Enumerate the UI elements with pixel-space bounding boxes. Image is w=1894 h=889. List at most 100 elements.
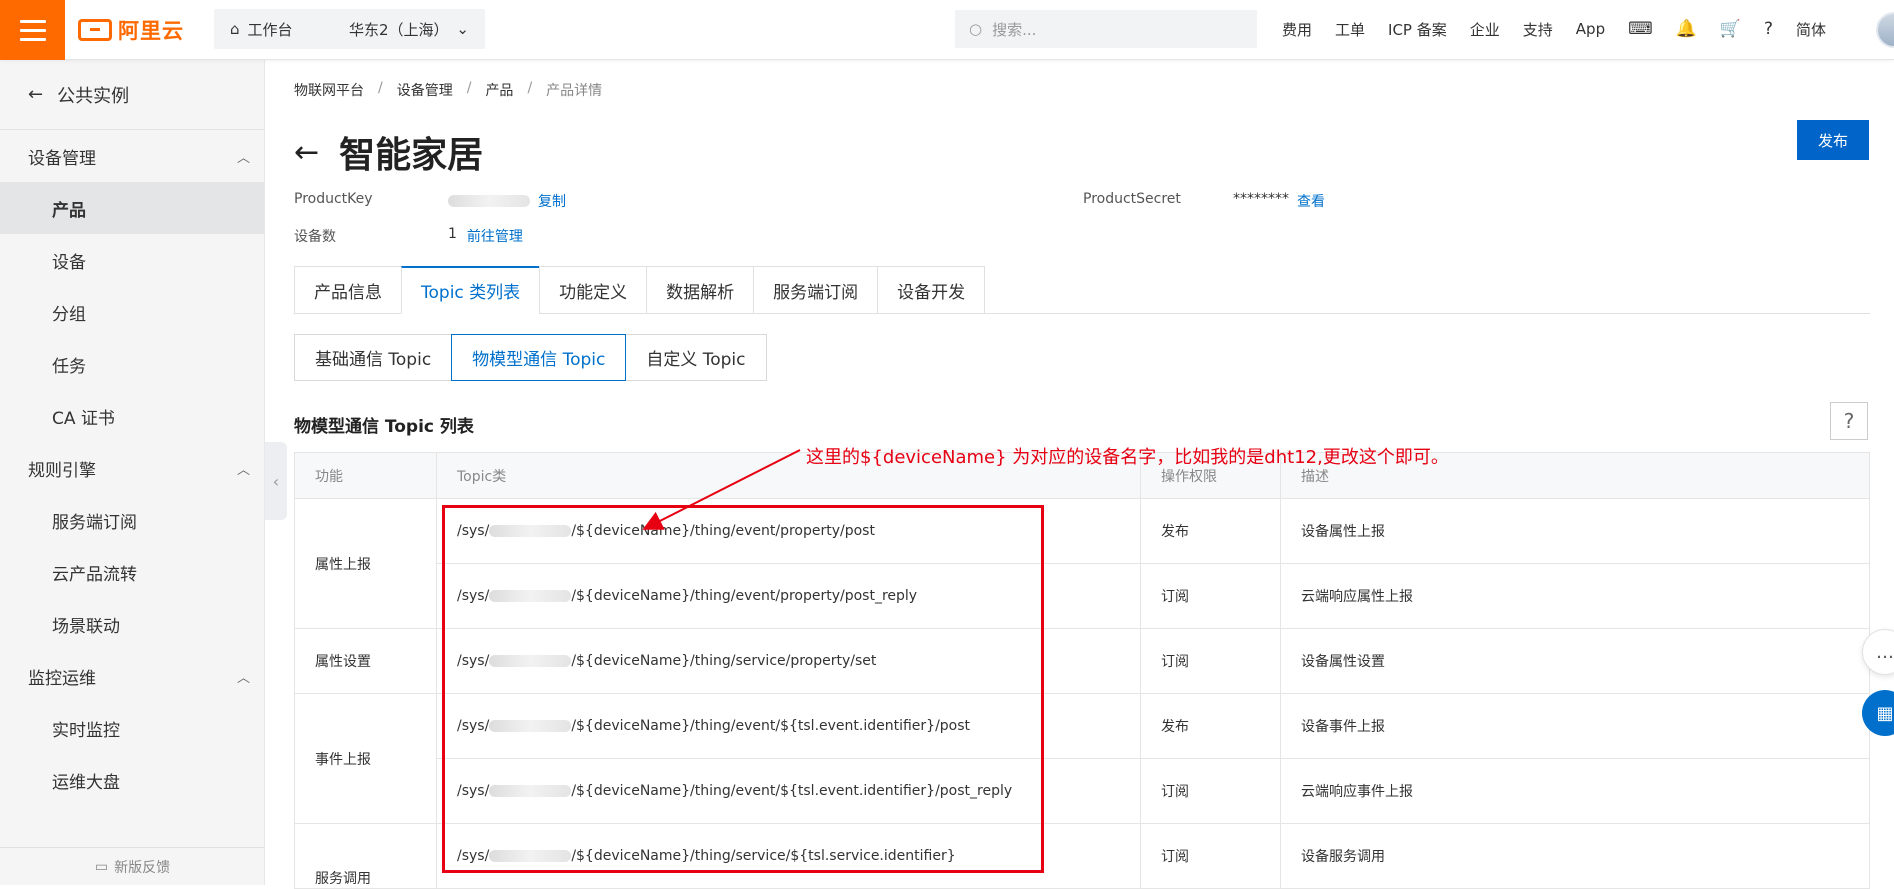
- view-secret-link[interactable]: 查看: [1297, 191, 1325, 211]
- tab-topic-list[interactable]: Topic 类列表: [401, 266, 540, 314]
- title-row: ← 智能家居: [294, 126, 483, 178]
- tab-device-development[interactable]: 设备开发: [877, 266, 986, 314]
- aliyun-logo-icon: [78, 19, 112, 41]
- function-cell: 服务调用: [294, 823, 437, 889]
- breadcrumb-separator: /: [527, 80, 533, 96]
- sidebar-item-ca-cert[interactable]: CA 证书: [0, 390, 264, 442]
- nav-tickets[interactable]: 工单: [1335, 19, 1365, 40]
- search-input[interactable]: ○ 搜索...: [955, 10, 1257, 48]
- back-to-instance[interactable]: ← 公共实例: [0, 60, 264, 130]
- col-header-function: 功能: [294, 452, 437, 499]
- bell-icon[interactable]: 🔔: [1676, 19, 1697, 39]
- sidebar-group-label: 规则引擎: [28, 460, 96, 481]
- feedback-button[interactable]: ▭ 新版反馈: [0, 847, 265, 885]
- description-cell: 云端响应属性上报: [1280, 563, 1870, 629]
- chevron-down-icon: ⌄: [456, 20, 469, 38]
- help-circle-icon[interactable]: ?: [1764, 19, 1773, 39]
- sidebar-item-server-subscription[interactable]: 服务端订阅: [0, 494, 264, 546]
- chevron-up-icon: ︿: [236, 670, 250, 686]
- search-icon: ○: [969, 20, 983, 38]
- sidebar-item-scene[interactable]: 场景联动: [0, 598, 264, 650]
- breadcrumb-device-mgmt[interactable]: 设备管理: [397, 80, 453, 100]
- product-key-value: [448, 195, 530, 207]
- breadcrumb-product[interactable]: 产品: [485, 80, 513, 100]
- nav-icp[interactable]: ICP 备案: [1388, 19, 1447, 40]
- product-secret-row: ******** 查看: [1233, 191, 1325, 211]
- device-count-value: 1: [448, 226, 457, 242]
- subtab-basic-topic[interactable]: 基础通信 Topic: [294, 334, 453, 381]
- permission-cell: 订阅: [1140, 563, 1281, 629]
- top-bar: 阿里云 ⌂ 工作台 华东2（上海） ⌄ ○ 搜索... 费用 工单 ICP 备案…: [0, 0, 1894, 60]
- tab-product-info[interactable]: 产品信息: [294, 266, 401, 314]
- product-tabs: 产品信息 Topic 类列表 功能定义 数据解析 服务端订阅 设备开发: [294, 266, 1870, 314]
- logo[interactable]: 阿里云: [78, 15, 184, 45]
- sidebar-collapse-handle[interactable]: ‹: [265, 442, 287, 520]
- description-cell: 云端响应事件上报: [1280, 758, 1870, 824]
- permission-cell: 订阅: [1140, 628, 1281, 694]
- sidebar-group-monitoring[interactable]: 监控运维 ︿: [0, 650, 264, 702]
- workbench-button[interactable]: ⌂ 工作台: [214, 9, 336, 49]
- function-cell: 属性上报: [294, 498, 437, 629]
- tab-server-subscription[interactable]: 服务端订阅: [753, 266, 878, 314]
- instance-label: 公共实例: [57, 85, 130, 107]
- home-icon: ⌂: [230, 20, 240, 38]
- function-cell: 事件上报: [294, 693, 437, 824]
- help-button[interactable]: ?: [1830, 402, 1868, 440]
- device-count-row: 1 前往管理: [448, 226, 523, 246]
- nav-support[interactable]: 支持: [1523, 19, 1553, 40]
- product-key-label: ProductKey: [294, 191, 373, 207]
- breadcrumb-iot[interactable]: 物联网平台: [294, 80, 364, 100]
- sidebar-item-task[interactable]: 任务: [0, 338, 264, 390]
- annotation-text: 这里的${deviceName} 为对应的设备名字，比如我的是dht12,更改这…: [806, 447, 1449, 468]
- subtab-thing-model-topic[interactable]: 物模型通信 Topic: [451, 334, 627, 381]
- copy-link[interactable]: 复制: [538, 191, 566, 211]
- sidebar-group-label: 设备管理: [28, 148, 96, 169]
- publish-button[interactable]: 发布: [1797, 120, 1869, 160]
- sidebar-item-ops-dashboard[interactable]: 运维大盘: [0, 754, 264, 806]
- nav-fees[interactable]: 费用: [1282, 19, 1312, 40]
- cart-icon[interactable]: 🛒: [1720, 19, 1741, 39]
- menu-icon: [19, 19, 46, 23]
- feedback-label: 新版反馈: [114, 859, 171, 876]
- menu-button[interactable]: [0, 0, 65, 60]
- logo-text: 阿里云: [118, 19, 184, 43]
- nav-enterprise[interactable]: 企业: [1470, 19, 1500, 40]
- chevron-up-icon: ︿: [236, 462, 250, 478]
- product-secret-value: ********: [1233, 191, 1289, 207]
- permission-cell: 订阅: [1140, 823, 1281, 889]
- chat-icon: …: [1876, 641, 1894, 663]
- sidebar-group-device[interactable]: 设备管理 ︿: [0, 130, 264, 182]
- back-arrow-icon[interactable]: ←: [294, 135, 319, 170]
- terminal-icon[interactable]: ⌨: [1628, 19, 1653, 39]
- workbench-label: 工作台: [247, 20, 293, 39]
- manage-devices-link[interactable]: 前往管理: [467, 226, 523, 246]
- region-label: 华东2（上海）: [349, 20, 449, 39]
- nav-app[interactable]: App: [1576, 20, 1605, 38]
- annotation-highlight-box: [442, 505, 1044, 873]
- description-cell: 设备属性上报: [1280, 498, 1870, 564]
- search-placeholder: 搜索...: [992, 20, 1037, 39]
- sidebar-group-rule-engine[interactable]: 规则引擎 ︿: [0, 442, 264, 494]
- language-switch[interactable]: 简体: [1796, 19, 1826, 40]
- top-nav: 费用 工单 ICP 备案 企业 支持 App ⌨ 🔔 🛒 ? 简体: [1282, 0, 1826, 58]
- description-cell: 设备事件上报: [1280, 693, 1870, 759]
- avatar[interactable]: [1876, 12, 1894, 48]
- sidebar-item-data-forwarding[interactable]: 云产品流转: [0, 546, 264, 598]
- page-title: 智能家居: [339, 135, 484, 176]
- function-cell: 属性设置: [294, 628, 437, 694]
- tab-function-definition[interactable]: 功能定义: [539, 266, 647, 314]
- product-key-row: 复制: [448, 191, 566, 211]
- chevron-up-icon: ︿: [236, 150, 250, 166]
- sidebar-item-device[interactable]: 设备: [0, 234, 264, 286]
- subtab-custom-topic[interactable]: 自定义 Topic: [625, 334, 767, 381]
- permission-cell: 订阅: [1140, 758, 1281, 824]
- sidebar-item-group[interactable]: 分组: [0, 286, 264, 338]
- sidebar: ← 公共实例 设备管理 ︿ 产品 设备 分组 任务 CA 证书 规则引擎 ︿ 服…: [0, 60, 265, 885]
- breadcrumb-current: 产品详情: [546, 83, 603, 99]
- sidebar-item-realtime-monitor[interactable]: 实时监控: [0, 702, 264, 754]
- tab-data-parsing[interactable]: 数据解析: [646, 266, 754, 314]
- device-count-label: 设备数: [294, 229, 336, 245]
- breadcrumb-separator: /: [378, 80, 383, 96]
- sidebar-item-product[interactable]: 产品: [0, 182, 264, 234]
- region-select[interactable]: 华东2（上海） ⌄: [333, 9, 485, 49]
